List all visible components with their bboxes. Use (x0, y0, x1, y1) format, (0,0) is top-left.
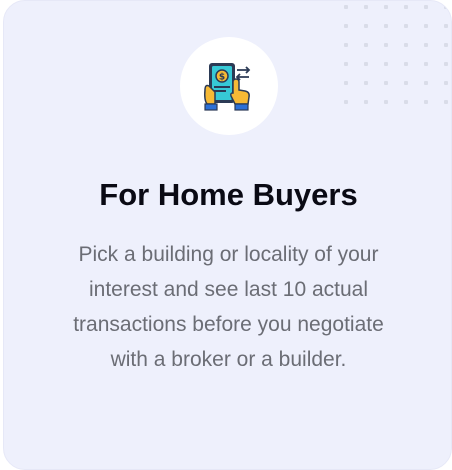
decorative-dot (364, 5, 368, 9)
decorative-dot (364, 81, 368, 85)
decorative-dot (444, 81, 448, 85)
decorative-dot (364, 62, 368, 66)
feature-card: $ For Home Buyers Pick a building or loc… (3, 0, 452, 470)
phone-payment-transfer-icon: $ (204, 63, 251, 111)
decorative-dot (384, 62, 388, 66)
decorative-dot (364, 24, 368, 28)
decorative-dot (384, 43, 388, 47)
decorative-dot (424, 100, 428, 104)
decorative-dot (424, 43, 428, 47)
card-description: Pick a building or locality of your inte… (73, 243, 384, 371)
decorative-dot (404, 24, 408, 28)
decorative-dot (344, 81, 348, 85)
decorative-dot (404, 43, 408, 47)
decorative-dot (384, 81, 388, 85)
decorative-dot (424, 5, 428, 9)
decorative-dot (444, 5, 448, 9)
decorative-dot (344, 24, 348, 28)
decorative-dot (344, 43, 348, 47)
decorative-dot (344, 62, 348, 66)
decorative-dot (404, 81, 408, 85)
decorative-dot (424, 62, 428, 66)
decorative-dot (404, 5, 408, 9)
svg-text:$: $ (219, 73, 225, 83)
decorative-dot (424, 24, 428, 28)
decorative-dot (364, 100, 368, 104)
decorative-dot (444, 62, 448, 66)
decorative-dot (404, 100, 408, 104)
decorative-dot (444, 24, 448, 28)
decorative-dot (344, 100, 348, 104)
decorative-dot (444, 100, 448, 104)
decorative-dot (364, 43, 368, 47)
decorative-dot (384, 100, 388, 104)
decorative-dot (444, 43, 448, 47)
decorative-dot (384, 5, 388, 9)
decorative-dot (424, 81, 428, 85)
card-title: For Home Buyers (99, 177, 358, 212)
decorative-dot-grid (344, 1, 451, 111)
decorative-dot (384, 24, 388, 28)
icon-badge: $ (180, 37, 278, 135)
decorative-dot (344, 5, 348, 9)
decorative-dot (404, 62, 408, 66)
